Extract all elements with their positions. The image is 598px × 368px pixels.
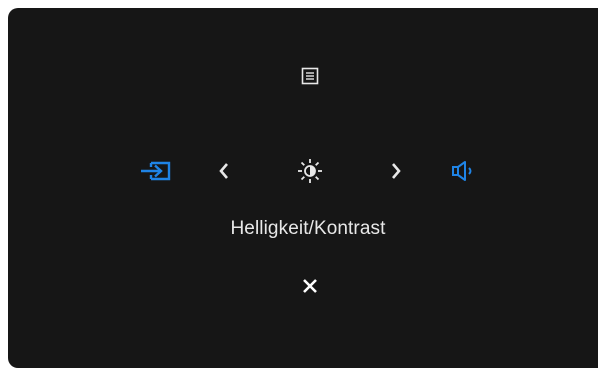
chevron-right-icon: [390, 162, 402, 180]
volume-button[interactable]: [445, 151, 485, 191]
input-source-icon: [137, 159, 173, 183]
osd-panel: Helligkeit/Kontrast: [8, 8, 598, 368]
close-icon: [301, 277, 319, 295]
next-button[interactable]: [376, 151, 416, 191]
previous-button[interactable]: [204, 151, 244, 191]
input-source-button[interactable]: [135, 151, 175, 191]
menu-list-icon: [301, 67, 319, 85]
current-function-label: Helligkeit/Kontrast: [230, 218, 386, 239]
chevron-left-icon: [218, 162, 230, 180]
close-button[interactable]: [290, 266, 330, 306]
menu-button[interactable]: [290, 56, 330, 96]
volume-icon: [450, 159, 480, 183]
brightness-contrast-button[interactable]: [290, 151, 330, 191]
brightness-contrast-icon: [297, 158, 323, 184]
